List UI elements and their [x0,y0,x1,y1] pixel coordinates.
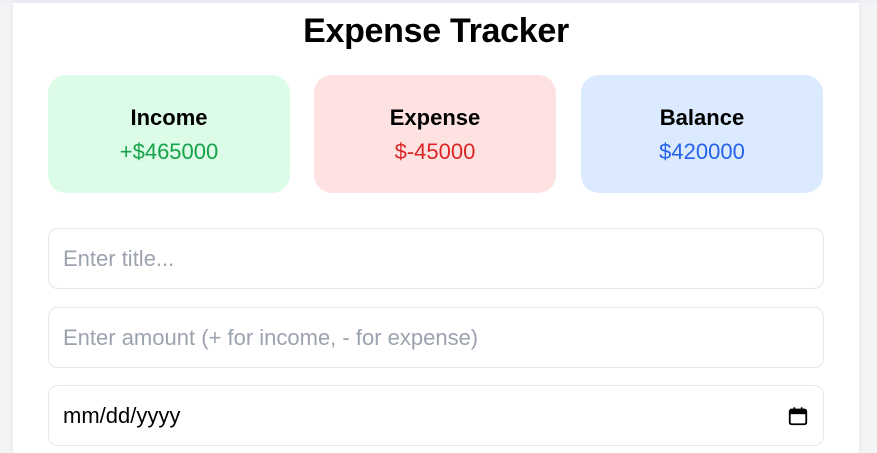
income-summary-card: Income +$465000 [48,75,290,193]
income-value: +$465000 [119,139,219,164]
expense-label: Expense [389,105,481,130]
balance-summary-card: Balance $420000 [581,75,823,193]
date-value: mm/dd/yyyy [63,402,181,428]
page-title: Expense Tracker [303,12,569,50]
income-label: Income [130,105,208,130]
balance-label: Balance [659,105,745,130]
expense-value: $-45000 [394,139,476,164]
balance-value: $420000 [659,139,745,164]
expense-tracker-card: Expense Tracker Income +$465000 Expense … [13,3,859,453]
amount-input[interactable] [48,307,824,368]
expense-summary-card: Expense $-45000 [314,75,556,193]
date-input[interactable]: mm/dd/yyyy [48,385,824,446]
title-input[interactable] [48,228,824,289]
calendar-icon[interactable] [787,405,809,427]
